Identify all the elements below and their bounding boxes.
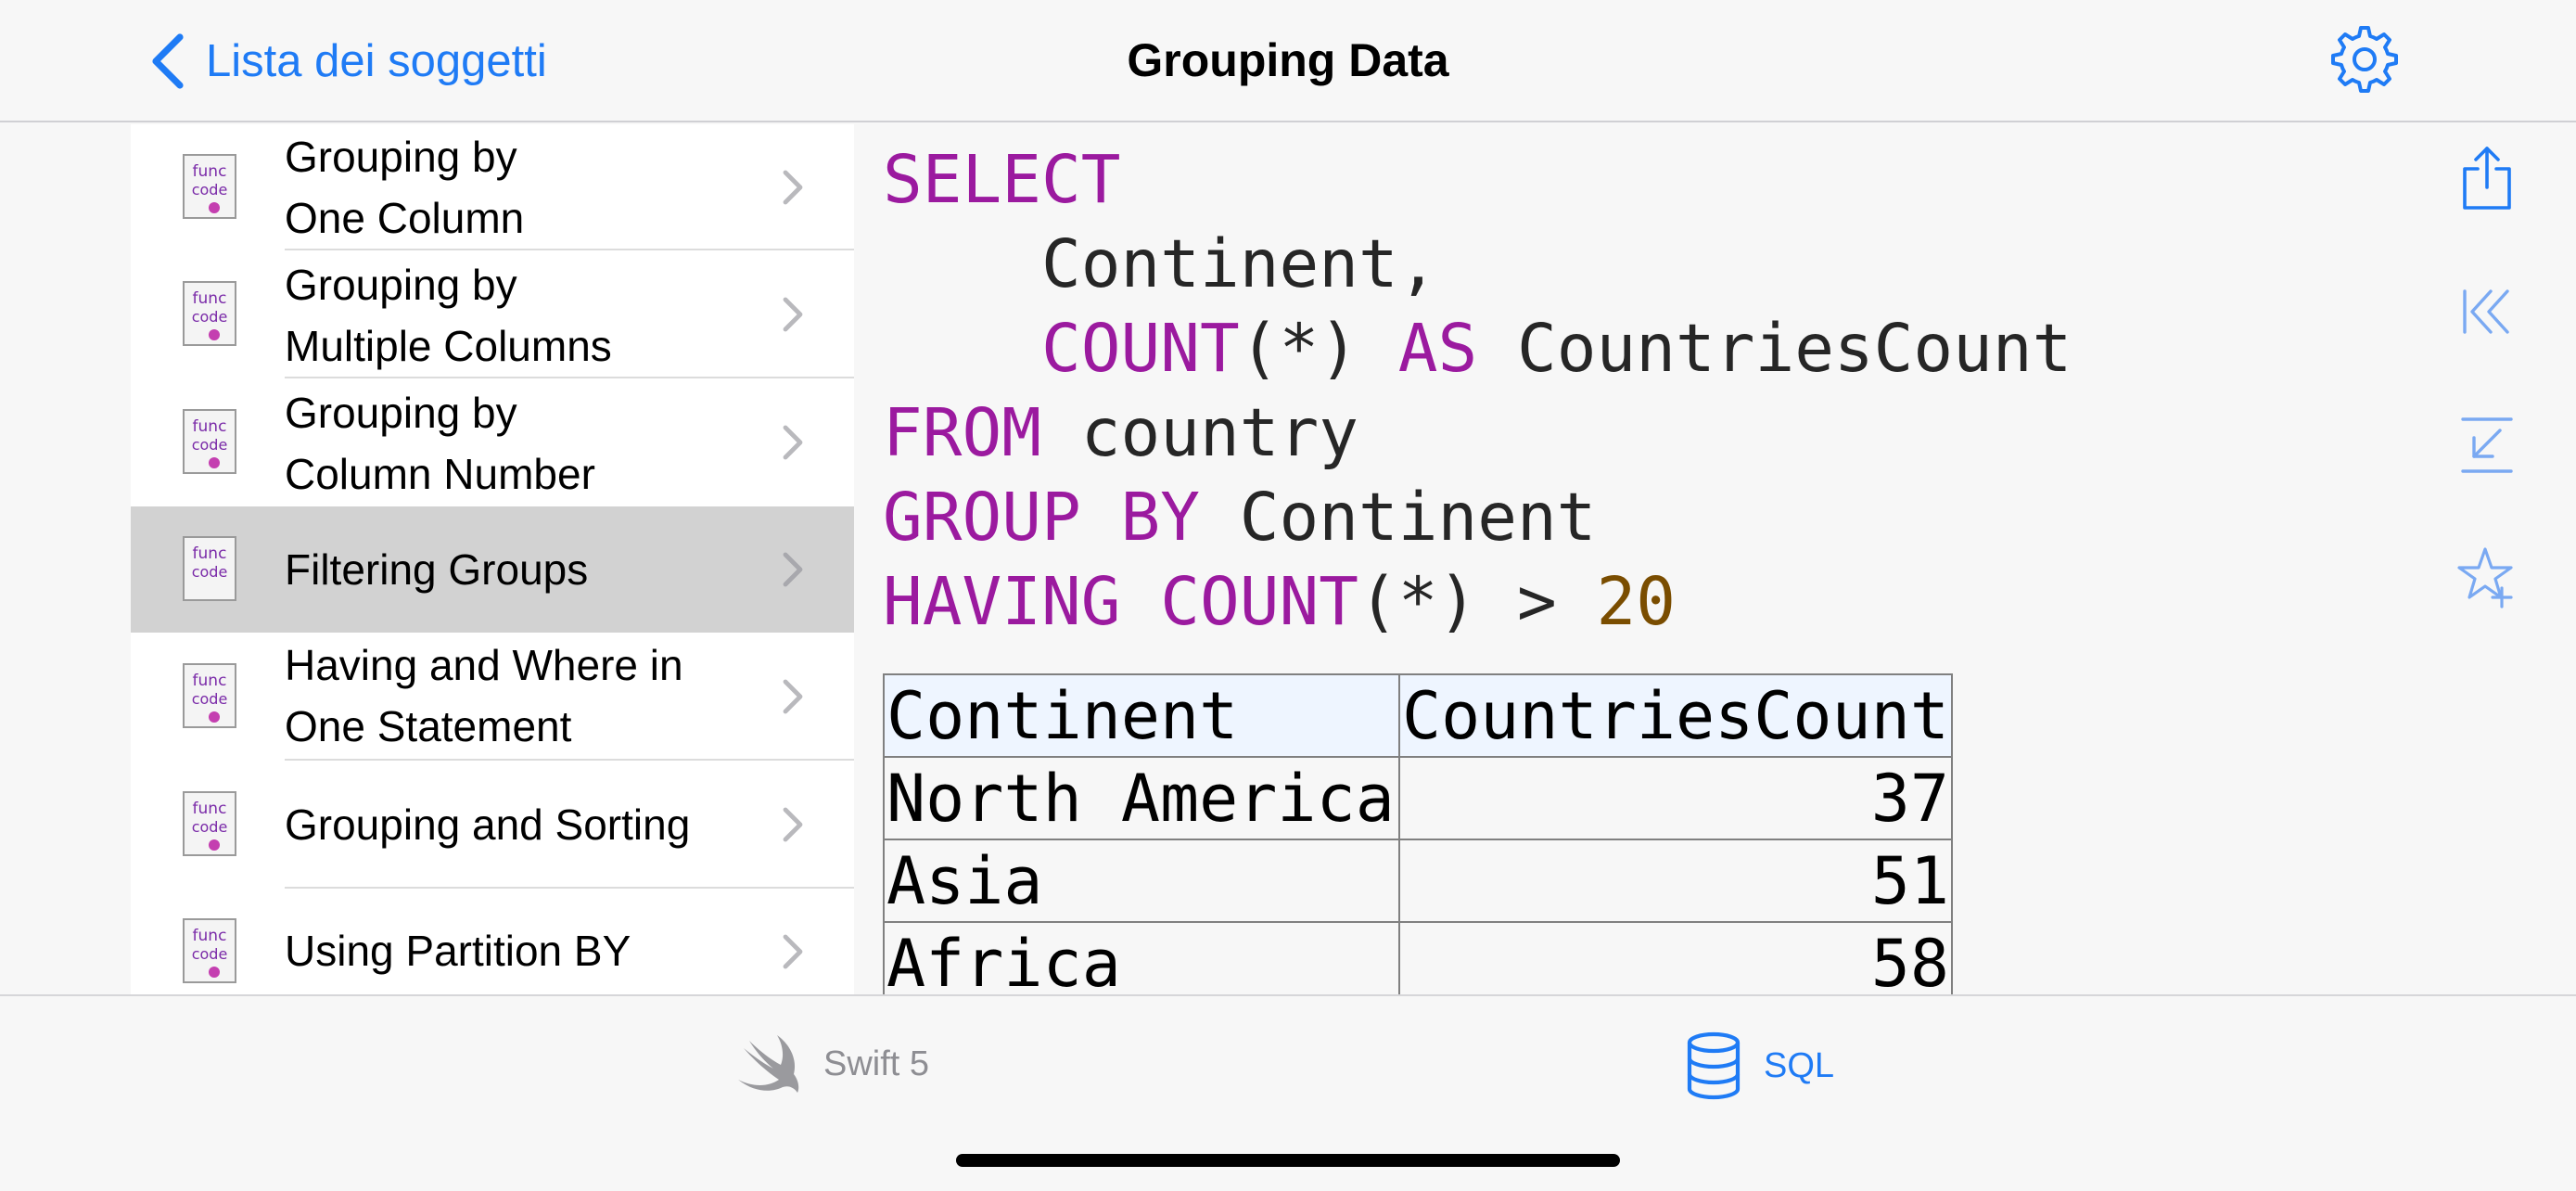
svg-text:code: code bbox=[192, 308, 228, 326]
table-cell: 58 bbox=[1397, 921, 1954, 994]
list-item-grouping-by-one-column[interactable]: func code Grouping by One Column bbox=[131, 124, 854, 250]
list-item-label: Grouping by Multiple Columns bbox=[285, 261, 612, 370]
chevron-right-icon bbox=[783, 552, 803, 587]
tab-sql[interactable]: SQL bbox=[1684, 1031, 1834, 1100]
chevron-right-icon bbox=[783, 297, 803, 332]
home-indicator bbox=[956, 1154, 1620, 1167]
list-item-having-and-where[interactable]: func code Having and Where in One Stateme… bbox=[131, 633, 854, 761]
svg-text:code: code bbox=[192, 690, 228, 708]
svg-text:func: func bbox=[193, 289, 227, 308]
gear-icon[interactable] bbox=[2327, 22, 2402, 96]
list-item-filtering-groups[interactable]: func code Filtering Groups bbox=[131, 506, 854, 633]
svg-text:func: func bbox=[193, 927, 227, 945]
list-item-label: Using Partition BY bbox=[285, 927, 631, 975]
list-item-grouping-by-column-number[interactable]: func code Grouping by Column Number bbox=[131, 378, 854, 506]
table-row: Africa 58 bbox=[883, 921, 1954, 994]
column-header-continent: Continent bbox=[883, 673, 1400, 758]
navigation-bar: Lista dei soggetti Grouping Data bbox=[0, 0, 2576, 122]
svg-text:code: code bbox=[192, 181, 228, 198]
table-cell: Africa bbox=[883, 921, 1400, 994]
code-line-5: GROUP BY Continent bbox=[883, 479, 1597, 556]
topic-list: func code Grouping by One Column func cod… bbox=[131, 124, 854, 994]
svg-text:func: func bbox=[193, 672, 227, 690]
code-line-2: Continent, bbox=[1040, 225, 1438, 302]
svg-text:code: code bbox=[192, 563, 228, 581]
database-icon bbox=[1687, 1031, 1741, 1100]
tab-swift[interactable]: Swift 5 bbox=[733, 1031, 929, 1096]
chevron-right-icon bbox=[783, 934, 803, 969]
jump-to-start-icon[interactable] bbox=[2457, 278, 2517, 345]
result-table: Continent CountriesCount North America 3… bbox=[883, 673, 1954, 994]
svg-text:code: code bbox=[192, 818, 228, 836]
tab-sql-label: SQL bbox=[1764, 1045, 1835, 1085]
column-header-countries-count: CountriesCount bbox=[1397, 673, 1954, 758]
table-cell: 51 bbox=[1397, 839, 1954, 923]
share-icon[interactable] bbox=[2457, 145, 2517, 211]
list-item-grouping-by-multiple-columns[interactable]: func code Grouping by Multiple Columns bbox=[131, 250, 854, 378]
code-line-3: COUNT(*) AS CountriesCount bbox=[1040, 310, 2072, 387]
svg-text:code: code bbox=[192, 436, 228, 454]
code-line-6: HAVING COUNT(*) > 20 bbox=[883, 563, 1676, 640]
table-header-row: Continent CountriesCount bbox=[883, 673, 1954, 758]
chevron-right-icon bbox=[783, 425, 803, 460]
sql-code-view: SELECT Continent, COUNT(*) AS CountriesC… bbox=[883, 137, 2072, 644]
result-table-viewport[interactable]: Continent CountriesCount North America 3… bbox=[872, 649, 2021, 994]
chevron-right-icon bbox=[783, 807, 803, 842]
table-cell: 37 bbox=[1397, 756, 1954, 840]
back-button[interactable]: Lista dei soggetti bbox=[147, 28, 547, 95]
list-item-label: Filtering Groups bbox=[285, 545, 589, 594]
code-file-icon: func code bbox=[183, 154, 236, 219]
list-item-using-partition-by[interactable]: func code Using Partition BY bbox=[131, 889, 854, 994]
tab-swift-label: Swift 5 bbox=[823, 1044, 930, 1083]
code-file-icon: func code bbox=[183, 663, 236, 728]
code-file-icon: func code bbox=[183, 791, 236, 856]
list-item-label: Grouping by One Column bbox=[285, 133, 525, 242]
list-item-label: Having and Where in One Statement bbox=[285, 641, 683, 750]
svg-text:func: func bbox=[193, 162, 227, 181]
add-favorite-icon[interactable] bbox=[2457, 544, 2517, 610]
table-row: Asia 51 bbox=[883, 839, 1954, 923]
list-item-label: Grouping and Sorting bbox=[285, 800, 691, 849]
back-button-label: Lista dei soggetti bbox=[206, 36, 547, 86]
table-row: North America 37 bbox=[883, 756, 1954, 840]
code-file-icon: func code bbox=[183, 918, 236, 983]
svg-text:code: code bbox=[192, 945, 228, 963]
chevron-right-icon bbox=[783, 170, 803, 205]
code-file-icon: func code bbox=[183, 281, 236, 346]
swift-logo-icon bbox=[738, 1035, 799, 1093]
chevron-right-icon bbox=[783, 679, 803, 714]
table-cell: Asia bbox=[883, 839, 1400, 923]
svg-text:func: func bbox=[193, 417, 227, 436]
svg-text:func: func bbox=[193, 800, 227, 818]
code-line-1: SELECT bbox=[883, 141, 1121, 218]
list-item-grouping-and-sorting[interactable]: func code Grouping and Sorting bbox=[131, 761, 854, 889]
svg-text:func: func bbox=[193, 544, 227, 563]
code-line-4: FROM country bbox=[883, 394, 1358, 471]
code-file-icon: func code bbox=[183, 536, 236, 601]
list-item-label: Grouping by Column Number bbox=[285, 389, 595, 498]
code-file-icon: func code bbox=[183, 409, 236, 474]
collapse-icon[interactable] bbox=[2457, 412, 2517, 479]
chevron-left-icon bbox=[152, 33, 184, 89]
table-cell: North America bbox=[883, 756, 1400, 840]
